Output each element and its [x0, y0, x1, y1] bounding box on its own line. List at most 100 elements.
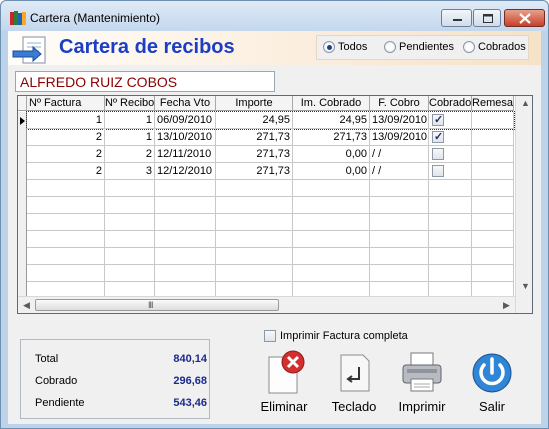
cell-cobrado[interactable] [429, 265, 472, 282]
cell-importe[interactable] [216, 248, 293, 265]
cell-im-cobrado[interactable] [293, 180, 370, 197]
cell-recibo[interactable] [105, 214, 155, 231]
receipts-grid[interactable]: Nº Factura Nº Recibo Fecha Vto Importe I… [17, 95, 533, 314]
cell-f-cobro[interactable]: / / [370, 163, 429, 180]
col-header-f-cobro[interactable]: F. Cobro [370, 96, 429, 111]
cobrado-checkbox[interactable] [432, 165, 444, 177]
cell-factura[interactable] [27, 214, 105, 231]
cell-f-cobro[interactable] [370, 248, 429, 265]
table-row[interactable] [18, 214, 514, 231]
col-header-factura[interactable]: Nº Factura [27, 96, 105, 111]
cell-factura[interactable]: 1 [27, 112, 105, 129]
close-button[interactable] [504, 9, 545, 27]
cell-fecha-vto[interactable]: 06/09/2010 [155, 112, 216, 129]
cobrado-checkbox[interactable] [432, 112, 444, 128]
cell-importe[interactable]: 24,95 [216, 112, 293, 129]
cell-im-cobrado[interactable]: 24,95 [293, 112, 370, 129]
print-full-invoice-checkbox[interactable]: Imprimir Factura completa [264, 330, 408, 342]
cell-factura[interactable] [27, 197, 105, 214]
table-row[interactable] [18, 248, 514, 265]
row-indicator[interactable] [18, 197, 27, 214]
horizontal-scrollbar[interactable]: ◀ III ▶ [18, 296, 515, 313]
row-indicator[interactable] [18, 248, 27, 265]
col-header-cobrado[interactable]: Cobrado [429, 96, 472, 111]
cell-importe[interactable] [216, 231, 293, 248]
cell-importe[interactable] [216, 214, 293, 231]
cell-im-cobrado[interactable] [293, 265, 370, 282]
cell-f-cobro[interactable]: / / [370, 146, 429, 163]
imprimir-button[interactable]: Imprimir [391, 349, 453, 419]
cell-importe[interactable] [216, 180, 293, 197]
scroll-down-icon[interactable]: ▼ [521, 281, 530, 291]
table-row[interactable] [18, 231, 514, 248]
cell-f-cobro[interactable] [370, 265, 429, 282]
minimize-button[interactable] [441, 9, 472, 27]
cell-recibo[interactable]: 1 [105, 129, 155, 146]
cell-fecha-vto[interactable] [155, 248, 216, 265]
table-row[interactable]: 2 3 12/12/2010 271,73 0,00/ / [18, 163, 514, 180]
table-row[interactable]: 1 1 06/09/2010 24,95 24,95 13/09/2010 [18, 111, 515, 130]
cell-cobrado[interactable] [429, 231, 472, 248]
cell-remesa[interactable] [472, 180, 514, 197]
row-indicator[interactable] [18, 265, 27, 282]
table-row[interactable]: 2 1 13/10/2010 271,73 271,73 13/09/2010 [18, 129, 514, 146]
cell-importe[interactable]: 271,73 [216, 146, 293, 163]
table-row[interactable] [18, 265, 514, 282]
cell-im-cobrado[interactable] [293, 231, 370, 248]
checkbox-box[interactable] [264, 330, 276, 342]
col-header-remesa[interactable]: Remesa [472, 96, 514, 111]
row-indicator[interactable] [18, 180, 27, 197]
col-header-fecha-vto[interactable]: Fecha Vto [155, 96, 216, 111]
eliminar-button[interactable]: Eliminar [253, 349, 315, 419]
cell-recibo[interactable] [105, 265, 155, 282]
cell-im-cobrado[interactable]: 0,00 [293, 163, 370, 180]
cell-fecha-vto[interactable] [155, 231, 216, 248]
cell-fecha-vto[interactable]: 13/10/2010 [155, 129, 216, 146]
cell-f-cobro[interactable] [370, 231, 429, 248]
cell-cobrado[interactable] [429, 112, 472, 129]
cell-factura[interactable]: 2 [27, 129, 105, 146]
cell-recibo[interactable] [105, 180, 155, 197]
table-row[interactable] [18, 197, 514, 214]
teclado-button[interactable]: Teclado [323, 349, 385, 419]
cell-factura[interactable]: 2 [27, 163, 105, 180]
cell-fecha-vto[interactable]: 12/11/2010 [155, 146, 216, 163]
cell-recibo[interactable]: 3 [105, 163, 155, 180]
cell-f-cobro[interactable] [370, 214, 429, 231]
cell-cobrado[interactable] [429, 214, 472, 231]
cell-recibo[interactable] [105, 197, 155, 214]
row-indicator[interactable] [18, 163, 27, 180]
cell-importe[interactable]: 271,73 [216, 129, 293, 146]
table-row[interactable]: 2 2 12/11/2010 271,73 0,00/ / [18, 146, 514, 163]
cell-fecha-vto[interactable] [155, 214, 216, 231]
cell-importe[interactable] [216, 265, 293, 282]
scroll-left-icon[interactable]: ◀ [23, 300, 30, 311]
cell-recibo[interactable]: 2 [105, 146, 155, 163]
cell-factura[interactable]: 2 [27, 146, 105, 163]
scroll-right-icon[interactable]: ▶ [503, 300, 510, 311]
current-row-arrow-icon[interactable] [18, 112, 27, 129]
cell-remesa[interactable] [472, 214, 514, 231]
col-header-recibo[interactable]: Nº Recibo [105, 96, 155, 111]
cell-cobrado[interactable] [429, 197, 472, 214]
row-indicator[interactable] [18, 146, 27, 163]
cell-fecha-vto[interactable]: 12/12/2010 [155, 163, 216, 180]
maximize-button[interactable] [473, 9, 501, 27]
row-indicator[interactable] [18, 129, 27, 146]
cell-cobrado[interactable] [429, 146, 472, 163]
cell-im-cobrado[interactable] [293, 248, 370, 265]
cell-f-cobro[interactable]: 13/09/2010 [370, 129, 429, 146]
cobrado-checkbox[interactable] [432, 129, 444, 145]
cell-remesa[interactable] [472, 112, 514, 129]
cell-importe[interactable] [216, 197, 293, 214]
cell-fecha-vto[interactable] [155, 197, 216, 214]
horizontal-scroll-thumb[interactable]: III [35, 299, 279, 311]
cell-importe[interactable]: 271,73 [216, 163, 293, 180]
radio-todos[interactable]: Todos [323, 41, 367, 53]
cell-fecha-vto[interactable] [155, 265, 216, 282]
cell-remesa[interactable] [472, 248, 514, 265]
client-name-field[interactable]: ALFREDO RUIZ COBOS [15, 71, 275, 92]
cell-cobrado[interactable] [429, 180, 472, 197]
cell-remesa[interactable] [472, 146, 514, 163]
title-bar[interactable]: Cartera (Mantenimiento) [1, 1, 548, 31]
